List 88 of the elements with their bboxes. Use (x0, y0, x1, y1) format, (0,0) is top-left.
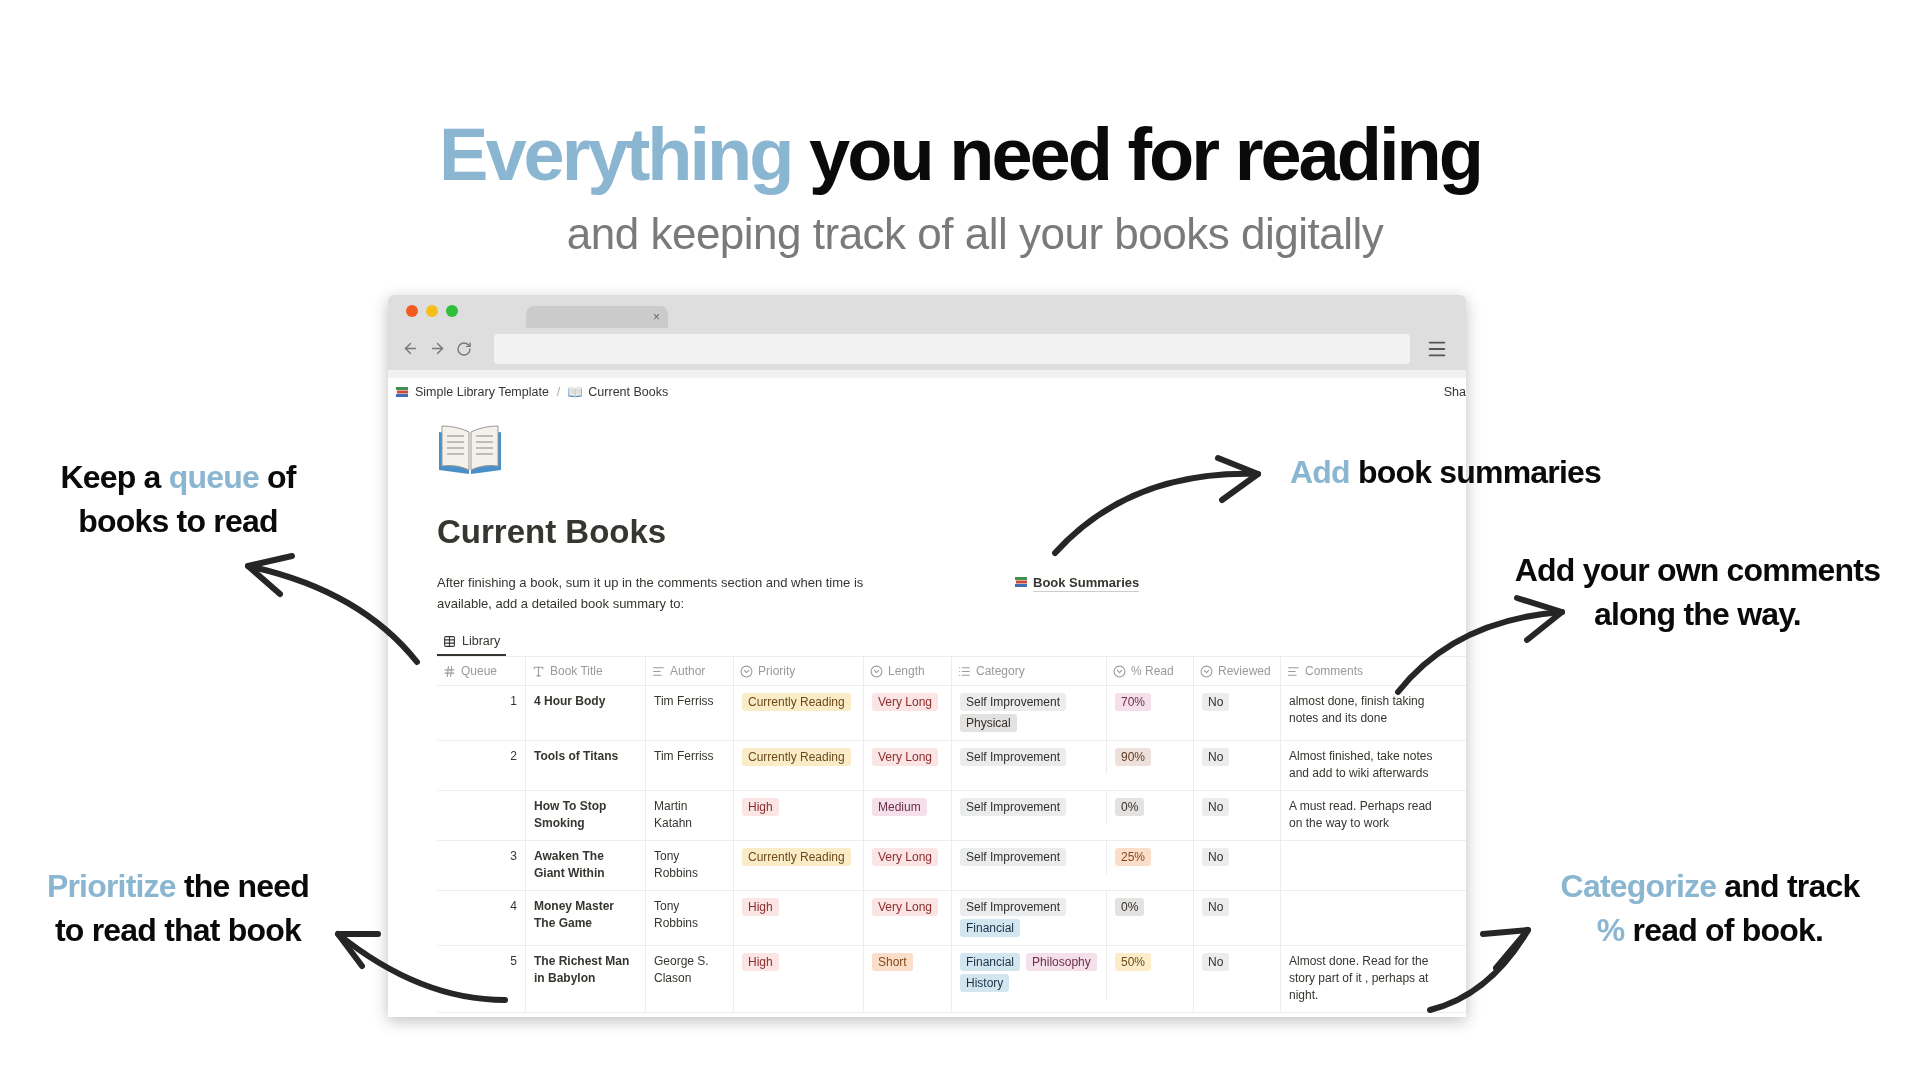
tag: 0% (1115, 798, 1145, 816)
tag: High (742, 953, 779, 971)
book-title[interactable]: 4 Hour Body (534, 693, 637, 710)
tag: Very Long (872, 748, 939, 766)
table-cell: 4 (437, 891, 526, 945)
list-icon (958, 664, 971, 678)
book-title[interactable]: The Richest Man in Babylon (534, 953, 637, 987)
tag: Philosophy (1026, 953, 1097, 971)
book-title[interactable]: Money Master The Game (534, 898, 637, 932)
book-title[interactable]: Tools of Titans (534, 748, 637, 765)
tag: Medium (872, 798, 927, 816)
comment-text: Almost done. Read for the story part of it , perhaps at night. (1289, 953, 1430, 1004)
open-book-icon (568, 386, 583, 398)
book-title[interactable]: Awaken The Giant Within (534, 848, 637, 882)
books-stack-icon (395, 385, 409, 399)
comment-text: A must read. Perhaps read on the way to work (1289, 798, 1433, 832)
table-cell: Martin Katahn (646, 791, 734, 840)
tag: Very Long (872, 898, 939, 916)
tag: Self Improvement (960, 898, 1067, 916)
annotation-text: Prioritize the need to read that book (45, 867, 311, 950)
tag: 50% (1115, 953, 1152, 971)
text-lines-icon (652, 664, 665, 678)
tag: History (960, 974, 1010, 992)
tag: Self Improvement (960, 693, 1067, 711)
tag: Very Long (872, 848, 939, 866)
headline: Everything you need for reading (439, 112, 1481, 198)
books-stack-icon (1014, 575, 1028, 589)
book-title[interactable]: How To Stop Smoking (534, 798, 637, 832)
tag: Currently Reading (742, 693, 851, 711)
tag: High (742, 798, 779, 816)
comment-text: Almost finished, take notes and add to wiki afterwards (1289, 748, 1434, 782)
view-tab[interactable]: Library (437, 628, 507, 656)
page-link[interactable]: Book Summaries (1033, 575, 1140, 592)
tag: 25% (1115, 848, 1152, 866)
tag: No (1202, 898, 1230, 916)
tag: 70% (1115, 693, 1152, 711)
table-cell: Tim Ferriss (646, 686, 734, 740)
tag: High (742, 898, 779, 916)
annotation-text: Categorize and track % read of book. (1559, 867, 1861, 950)
table-cell: 2 (437, 741, 526, 790)
tag: No (1202, 848, 1230, 866)
reload-icon[interactable] (456, 340, 472, 357)
tag: Financial (960, 953, 1021, 971)
share-button[interactable]: Sha (1443, 382, 1466, 402)
tag: Physical (960, 714, 1017, 732)
table-cell: 1 (437, 686, 526, 740)
annotation-text: Add your own comments along the way. (1513, 551, 1882, 634)
tag: Short (872, 953, 913, 971)
open-book-icon (437, 422, 503, 476)
breadcrumb-separator: / (556, 383, 561, 401)
select-icon (1113, 664, 1126, 678)
tag: Currently Reading (742, 748, 851, 766)
tag: Financial (960, 919, 1021, 937)
select-icon (740, 664, 753, 678)
browser-tab[interactable]: × (526, 306, 668, 328)
select-icon (1200, 664, 1213, 678)
forward-icon[interactable] (429, 340, 446, 357)
tag: No (1202, 748, 1230, 766)
table-cell: 3 (437, 841, 526, 890)
table-cell: George S. Clason (646, 946, 734, 1012)
annotation-text: Add book summaries (1290, 453, 1602, 492)
tag: Very Long (872, 693, 939, 711)
comment-text: almost done, finish taking notes and its done (1289, 693, 1426, 727)
table-cell: Tony Robbins (646, 891, 734, 945)
annotation-text: Keep a queue of books to read (59, 458, 298, 541)
breadcrumb-item[interactable]: Current Books (588, 382, 669, 402)
table-cell: Tony Robbins (646, 841, 734, 890)
text-lines-icon (1287, 664, 1300, 678)
select-icon (870, 664, 883, 678)
page-description: After finishing a book, sum it up in the comments section and when time is available, add a detailed book summary to: (437, 574, 865, 613)
back-icon[interactable] (402, 340, 419, 357)
table-cell: 5 (437, 946, 526, 1012)
table-icon (443, 634, 456, 648)
tag: 0% (1115, 898, 1145, 916)
tag: Currently Reading (742, 848, 851, 866)
tag: No (1202, 953, 1230, 971)
tag: Self Improvement (960, 798, 1067, 816)
table-cell: Tim Ferriss (646, 741, 734, 790)
subtitle: and keeping track of all your books digitally (566, 208, 1384, 260)
hash-icon (443, 664, 456, 678)
page-title: Current Books (437, 512, 668, 552)
tag: 90% (1115, 748, 1152, 766)
tag: Self Improvement (960, 848, 1067, 866)
tag: Self Improvement (960, 748, 1067, 766)
breadcrumb-item[interactable]: Simple Library Template (415, 382, 549, 402)
tag: No (1202, 693, 1230, 711)
text-type-icon (532, 664, 545, 678)
tag: No (1202, 798, 1230, 816)
